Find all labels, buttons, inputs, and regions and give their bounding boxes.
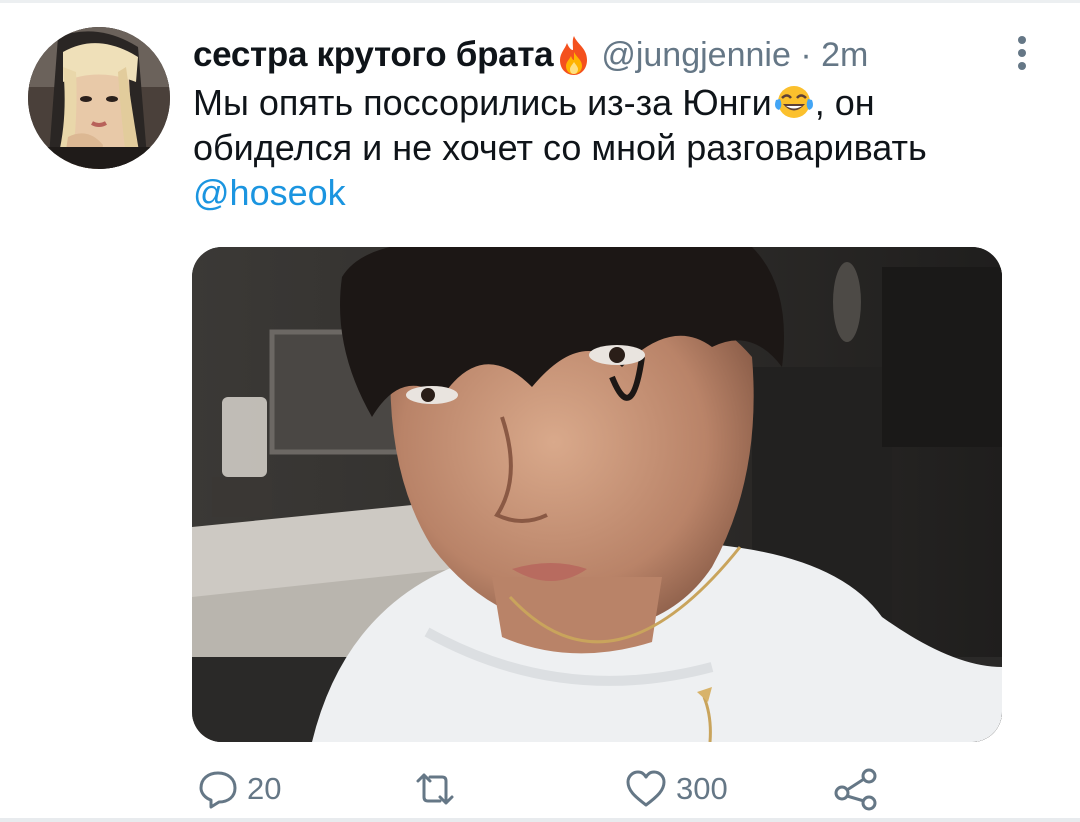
author-handle[interactable]: @jungjennie xyxy=(601,36,791,75)
avatar[interactable] xyxy=(28,27,170,169)
separator-dot: · xyxy=(790,35,822,74)
tweet-text: Мы опять поссорились из-за Юнги , он оби… xyxy=(193,80,1013,215)
share-button[interactable] xyxy=(833,763,879,815)
timestamp[interactable]: 2m xyxy=(821,36,868,75)
bottom-divider xyxy=(0,818,1080,822)
like-button[interactable]: 300 xyxy=(624,763,728,815)
retweet-button[interactable] xyxy=(412,763,466,815)
tweet-header: сестра крутого брата @jungjennie · 2m xyxy=(193,33,868,77)
retweet-icon xyxy=(412,769,458,809)
heart-icon xyxy=(624,769,668,809)
tweet-text-part1: Мы опять поссорились из-за Юнги xyxy=(193,82,772,123)
fire-icon xyxy=(555,34,593,76)
display-name[interactable]: сестра крутого брата xyxy=(193,35,554,75)
more-options-icon[interactable] xyxy=(1012,33,1032,73)
tweet-photo[interactable] xyxy=(192,247,1002,742)
share-icon xyxy=(833,767,879,811)
face-with-tears-of-joy-icon xyxy=(773,84,815,120)
top-divider xyxy=(0,0,1080,3)
tweet-actions: 20 300 xyxy=(0,763,1080,815)
reply-button[interactable]: 20 xyxy=(197,763,281,815)
mention-link[interactable]: @hoseok xyxy=(193,172,346,213)
reply-count: 20 xyxy=(247,771,282,806)
like-count: 300 xyxy=(676,771,728,806)
reply-icon xyxy=(197,769,239,809)
